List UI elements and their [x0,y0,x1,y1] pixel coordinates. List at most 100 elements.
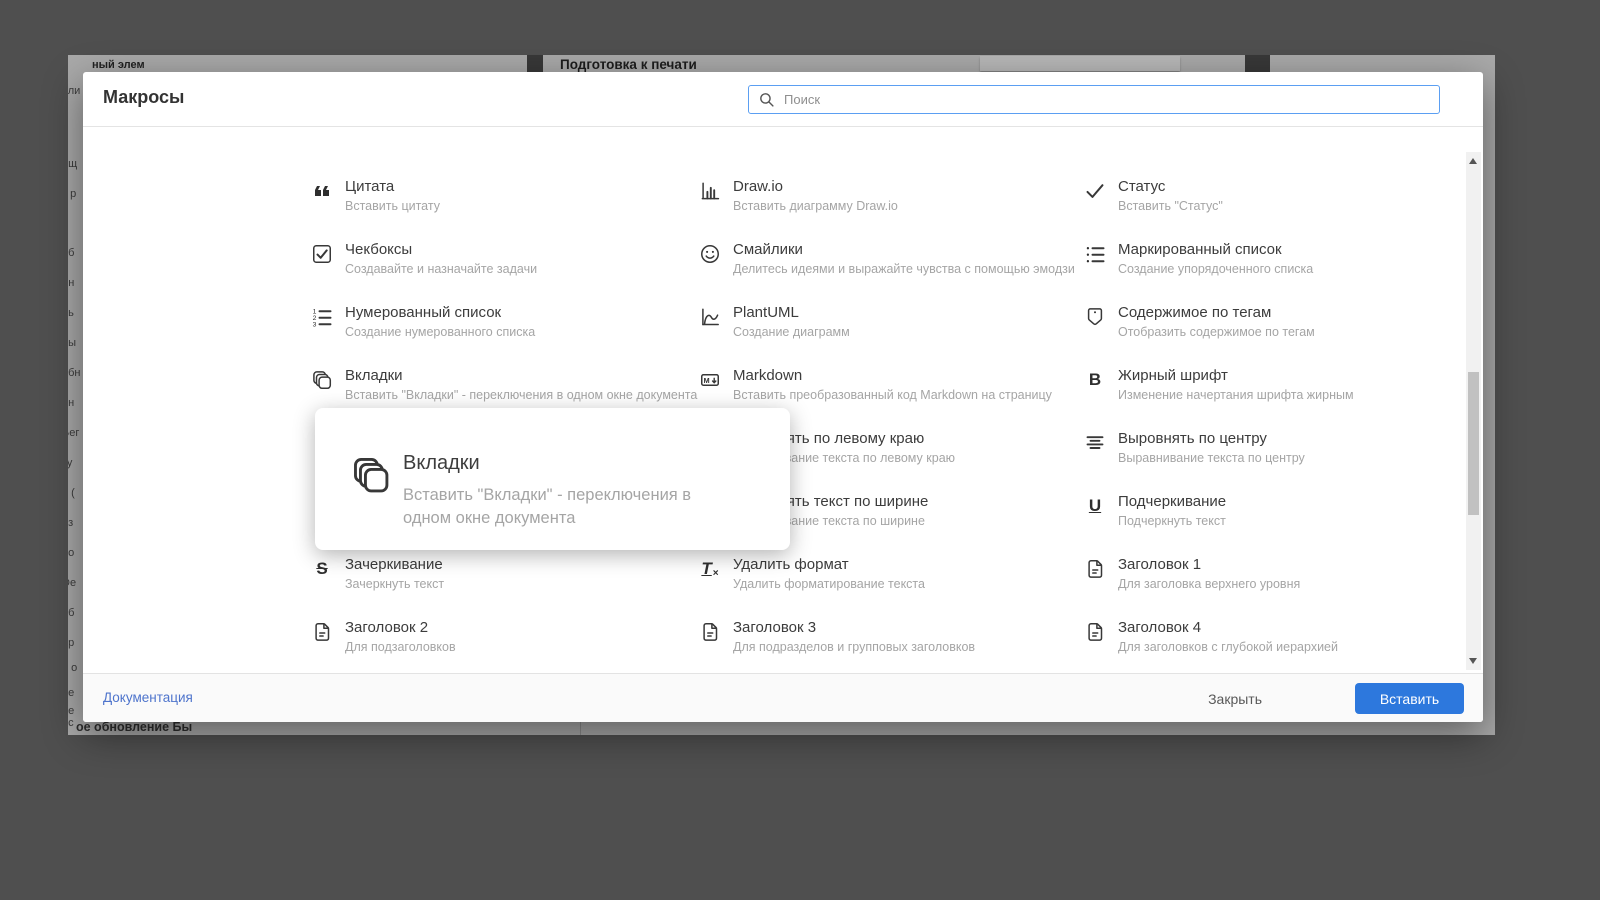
svg-text:M: M [704,376,710,385]
heading-icon [310,620,334,644]
background-text-fragment: De [68,577,77,589]
scrollbar[interactable] [1466,152,1481,670]
checkbox-icon [310,242,334,266]
macro-item-title: PlantUML [733,304,799,321]
search-input[interactable] [782,91,1439,108]
quote-icon [310,179,334,203]
background-dark-block [527,55,543,73]
background-text-fragment: об [68,247,75,259]
macro-item[interactable]: Заголовок 1 Для заголовка верхнего уровн… [1083,556,1483,619]
macro-item-title: Нумерованный список [345,304,502,321]
documentation-link[interactable]: Документация [103,690,193,705]
scrollbar-thumb[interactable] [1468,372,1479,515]
macro-item-description: Для заголовка верхнего уровня [1118,577,1301,591]
macro-item-title: Содержимое по тегам [1118,304,1272,321]
macro-item-description: Отобразить содержимое по тегам [1118,325,1315,339]
macro-item-title: Жирный шрифт [1118,367,1228,384]
background-text-fragment: ный элем [92,59,145,71]
check-icon [1083,179,1107,203]
heading-icon [698,620,722,644]
background-text-fragment: нь [68,307,74,319]
macro-item[interactable]: Статус Вставить "Статус" [1083,178,1483,241]
macro-item-description: Создавайте и назначайте задачи [345,262,538,276]
macro-item[interactable]: Draw.io Вставить диаграмму Draw.io [698,178,1083,241]
search-box[interactable] [748,85,1440,114]
macro-item-description: Создание диаграмм [733,325,850,339]
background-text-fragment: нс [68,717,74,729]
macro-item[interactable]: U Подчеркивание Подчеркнуть текст [1083,493,1483,556]
macro-item[interactable]: Чекбоксы Создавайте и назначайте задачи [310,241,698,304]
tooltip-title: Вкладки [403,452,480,474]
background-text-fragment: ое обновление Бы [76,720,193,734]
background-text-fragment: но [68,547,75,559]
macro-item-title: Подчеркивание [1118,493,1227,510]
background-text-fragment: об [68,607,75,619]
insert-button[interactable]: Вставить [1355,683,1464,714]
background-dark-block [1245,55,1270,73]
background-text-fragment: е о [68,662,78,674]
background-text-fragment: ны [68,337,76,349]
background-text-fragment: из [68,517,74,529]
macro-item-description: Для подразделов и групповых заголовков [733,640,976,654]
dialog-title: Макросы [103,87,185,107]
macro-item[interactable]: Выровнять по центру Выравнивание текста … [1083,430,1483,493]
smiley-icon [698,242,722,266]
remove-format-icon: T× [701,559,719,579]
macro-item[interactable]: T× Удалить формат Удалить форматирование… [698,556,1083,619]
macro-item-description: Вставить преобразованный код Markdown на… [733,388,1052,402]
macro-item-description: Создание нумерованного списка [345,325,536,339]
macro-item-description: Вставить диаграмму Draw.io [733,199,898,213]
background-text-fragment: ку [68,457,73,469]
background-text-fragment: обн [68,367,81,379]
background-text-fragment: ели [68,85,81,97]
macro-item[interactable]: B Жирный шрифт Изменение начертания шриф… [1083,367,1483,430]
background-text-fragment: нн [68,397,75,409]
macro-item-description: Вставить "Вкладки" - переключения в одно… [345,388,698,402]
macro-item-description: Создание упорядоченного списка [1118,262,1314,276]
macro-item-description: Зачеркнуть текст [345,577,445,591]
macro-item[interactable]: Цитата Вставить цитату [310,178,698,241]
macro-item[interactable]: Маркированный список Создание упорядочен… [1083,241,1483,304]
macro-item[interactable]: Смайлики Делитесь идеями и выражайте чув… [698,241,1083,304]
macro-item-description: Подчеркнуть текст [1118,514,1226,528]
tabs-icon [310,368,334,392]
macro-item-title: Чекбоксы [345,241,413,258]
macro-item[interactable]: Содержимое по тегам Отобразить содержимо… [1083,304,1483,367]
macro-item-description: Изменение начертания шрифта жирным [1118,388,1354,402]
macro-item-title: Удалить формат [733,556,849,573]
search-icon [760,93,774,107]
macro-tooltip: Вкладки Вставить "Вкладки" - переключени… [315,408,790,550]
background-page-heading: Подготовка к печати [560,57,697,72]
macro-item-title: Markdown [733,367,803,384]
tag-icon [1083,305,1107,329]
macro-item-title: Заголовок 2 [345,619,429,636]
background-text-fragment: ер [68,637,75,649]
macro-item-title: Смайлики [733,241,803,258]
scroll-down-arrow-icon[interactable] [1469,658,1477,664]
heading-icon [1083,557,1107,581]
macro-item-title: Маркированный список [1118,241,1282,258]
macro-item-description: Выравнивание текста по центру [1118,451,1305,465]
bullet-list-icon [1083,242,1107,266]
macro-item[interactable]: 123 Нумерованный список Создание нумеров… [310,304,698,367]
markdown-icon: M [698,368,722,392]
close-button[interactable]: Закрыть [1190,683,1280,714]
macro-item-title: Заголовок 3 [733,619,817,636]
bold-icon: B [1088,370,1102,389]
macro-item[interactable]: PlantUML Создание диаграмм [698,304,1083,367]
align-center-icon [1083,431,1107,455]
numbered-list-icon: 123 [310,305,334,329]
macro-item-description: Для заголовков с глубокой иерархией [1118,640,1338,654]
macro-item[interactable]: S Зачеркивание Зачеркнуть текст [310,556,698,619]
macro-item-description: Вставить цитату [345,199,440,213]
plantuml-icon [698,305,722,329]
macro-item-description: Вставить "Статус" [1118,199,1223,213]
macro-item-title: Заголовок 1 [1118,556,1202,573]
scroll-up-arrow-icon[interactable] [1469,158,1477,164]
background-text-fragment: Бег [68,427,80,439]
macro-item-title: Зачеркивание [345,556,443,573]
macro-item-title: Заголовок 4 [1118,619,1202,636]
tooltip-description: Вставить "Вкладки" - переключения в одно… [403,486,692,527]
macros-dialog: Макросы Цитата Вставить цитату Draw.io В… [83,72,1483,722]
macro-item-description: Делитесь идеями и выражайте чувства с по… [733,262,1075,276]
